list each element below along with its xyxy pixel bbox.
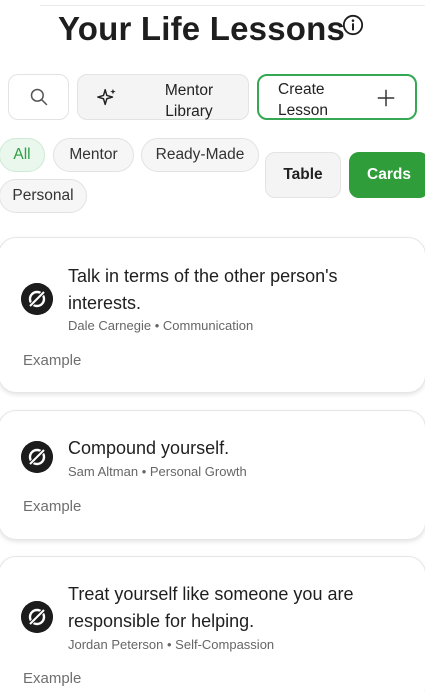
lesson-card[interactable]: Talk in terms of the other person's inte… [0, 237, 425, 393]
create-lesson-label: Create Lesson [278, 81, 328, 119]
lesson-meta: Dale Carnegie • Communication [68, 318, 254, 333]
page-title: Your Life Lessons [58, 10, 346, 47]
filter-chip-ready-made[interactable]: Ready-Made [141, 138, 259, 172]
filter-chip-all[interactable]: All [0, 138, 45, 172]
mentor-logo-icon [21, 441, 53, 473]
view-table-button[interactable]: Table [265, 152, 341, 198]
info-icon[interactable] [342, 14, 364, 36]
search-button[interactable] [8, 74, 69, 120]
create-lesson-button[interactable]: Create Lesson [257, 74, 417, 120]
lesson-card[interactable]: Treat yourself like someone you are resp… [0, 556, 425, 692]
view-cards-button[interactable]: Cards [349, 152, 425, 198]
mentor-library-button[interactable]: Mentor Library [77, 74, 249, 120]
lesson-quote: Talk in terms of the other person's inte… [68, 266, 338, 313]
lesson-meta: Jordan Peterson • Self-Compassion [68, 637, 275, 652]
lesson-meta: Sam Altman • Personal Growth [68, 464, 247, 479]
example-link[interactable]: Example [23, 352, 81, 369]
plus-icon [377, 89, 395, 107]
search-icon [30, 88, 47, 106]
lesson-quote: Compound yourself. [68, 438, 230, 458]
mentor-library-label: Mentor Library [164, 82, 214, 120]
filter-chip-personal[interactable]: Personal [0, 179, 87, 213]
toolbar: Mentor Library Create Lesson [0, 74, 425, 120]
header: Your Life Lessons [0, 8, 425, 52]
example-link[interactable]: Example [23, 670, 81, 687]
filter-chip-mentor[interactable]: Mentor [53, 138, 134, 172]
example-link[interactable]: Example [23, 498, 81, 515]
mentor-logo-icon [21, 283, 53, 315]
lesson-card[interactable]: Compound yourself. Sam Altman • Personal… [0, 410, 425, 540]
lesson-quote: Treat yourself like someone you are resp… [68, 584, 354, 631]
mentor-logo-icon [21, 601, 53, 633]
top-divider [40, 0, 425, 6]
sparkle-icon [97, 88, 116, 106]
